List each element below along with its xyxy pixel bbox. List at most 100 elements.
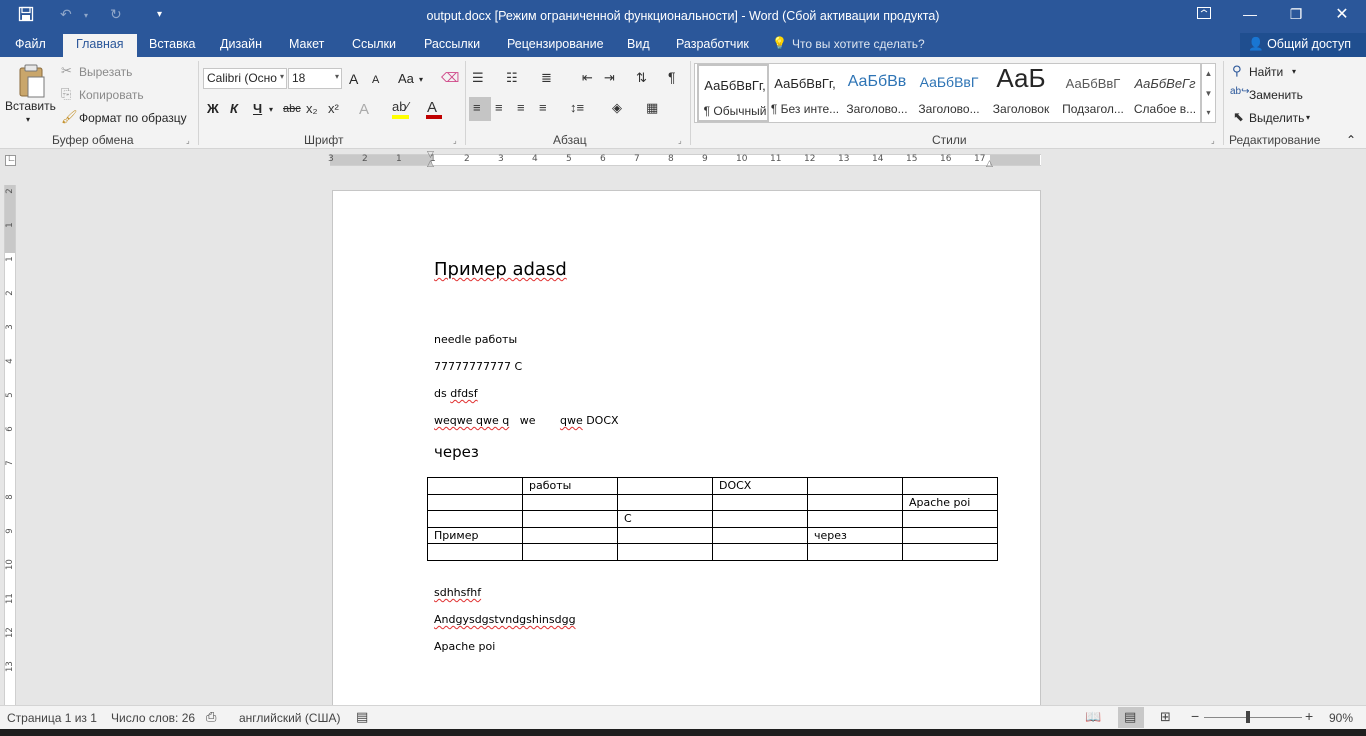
bullets-icon[interactable]: ☰ xyxy=(472,70,484,86)
paragraph[interactable]: sdhhsfhf xyxy=(434,586,481,599)
table-cell[interactable]: работы xyxy=(522,477,618,495)
numbering-icon[interactable]: ☷ xyxy=(506,70,518,86)
subscript-icon[interactable]: x₂ xyxy=(306,101,318,116)
tell-me-search[interactable]: 💡 Что вы хотите сделать? xyxy=(772,36,982,54)
table-cell[interactable] xyxy=(902,543,998,561)
table-row[interactable]: Пример через xyxy=(427,526,998,544)
chevron-down-icon[interactable]: ▾ xyxy=(1292,67,1296,76)
tab-insert[interactable]: Вставка xyxy=(149,37,195,51)
document-table[interactable]: работы DOCX Apache poi C Пример через xyxy=(427,477,998,561)
table-cell[interactable] xyxy=(902,510,998,528)
share-button[interactable]: 👤 Общий доступ xyxy=(1240,33,1366,57)
table-cell[interactable]: DOCX xyxy=(712,477,808,495)
table-cell[interactable] xyxy=(522,510,618,528)
table-cell[interactable] xyxy=(902,477,998,495)
paste-icon[interactable] xyxy=(12,63,50,103)
table-row[interactable] xyxy=(427,543,998,561)
increase-indent-icon[interactable]: ⇥ xyxy=(604,70,615,86)
tab-home[interactable]: Главная xyxy=(63,34,137,57)
strikethrough-button[interactable]: abc xyxy=(283,103,301,115)
tab-review[interactable]: Рецензирование xyxy=(507,37,604,51)
document-heading[interactable]: Пример adasd xyxy=(434,259,567,280)
font-color-icon[interactable]: A xyxy=(427,99,437,116)
sort-icon[interactable]: ⇅ xyxy=(636,70,647,86)
table-cell[interactable] xyxy=(712,526,808,544)
style-title[interactable]: АаБ Заголовок xyxy=(985,63,1057,122)
chevron-down-icon[interactable]: ▾ xyxy=(1306,113,1310,122)
style-no-spacing[interactable]: АаБбВвГг, ¶ Без инте... xyxy=(769,64,841,122)
table-cell[interactable] xyxy=(712,493,808,511)
style-heading-2[interactable]: АаБбВвГ Заголово... xyxy=(913,64,985,122)
chevron-up-icon[interactable]: ▲ xyxy=(1202,64,1215,84)
macro-record-icon[interactable]: ▤ xyxy=(356,709,368,725)
superscript-icon[interactable]: x² xyxy=(328,101,339,116)
line-spacing-icon[interactable]: ↕≡ xyxy=(570,100,584,115)
table-cell[interactable] xyxy=(522,543,618,561)
paste-dropdown-icon[interactable]: ▾ xyxy=(26,115,30,124)
language[interactable]: английский (США) xyxy=(239,711,340,725)
paragraph[interactable]: Andgysdgstvndgshinsdgg xyxy=(434,613,576,626)
table-cell[interactable] xyxy=(522,526,618,544)
close-icon[interactable]: ✕ xyxy=(1322,4,1362,24)
table-row[interactable]: Apache poi xyxy=(427,493,998,511)
table-cell[interactable] xyxy=(807,510,903,528)
table-cell[interactable] xyxy=(522,493,618,511)
styles-launcher-icon[interactable]: ⌟ xyxy=(1211,136,1215,145)
table-cell[interactable] xyxy=(617,477,713,495)
collapse-ribbon-icon[interactable]: ⌃ xyxy=(1346,133,1356,147)
table-cell[interactable] xyxy=(427,510,523,528)
table-cell[interactable] xyxy=(712,510,808,528)
tab-mailings[interactable]: Рассылки xyxy=(424,37,480,51)
zoom-out-icon[interactable]: − xyxy=(1191,708,1199,724)
change-case-button[interactable]: Aa xyxy=(398,71,414,86)
font-family-select[interactable]: Calibri (Осно ▾ xyxy=(203,68,287,89)
paste-button[interactable]: Вставить xyxy=(5,99,56,113)
zoom-slider-thumb[interactable] xyxy=(1245,711,1250,723)
paragraph[interactable]: Apache poi xyxy=(434,640,495,653)
grow-font-button[interactable]: A xyxy=(349,71,358,87)
chevron-down-icon[interactable]: ▾ xyxy=(269,105,273,114)
style-subtle-emphasis[interactable]: АаБбВеГг Слабое в... xyxy=(1129,64,1201,122)
table-cell[interactable] xyxy=(807,477,903,495)
copy-button[interactable]: Копировать xyxy=(79,88,144,102)
vertical-ruler[interactable]: 2 1 1 2 3 4 5 6 7 8 9 10 11 12 13 xyxy=(4,185,16,705)
highlight-icon[interactable]: ab⁄ xyxy=(392,99,409,114)
style-heading-1[interactable]: АаБбВв Заголово... xyxy=(841,64,913,122)
text-effects-icon[interactable]: A xyxy=(359,101,369,118)
replace-button[interactable]: Заменить xyxy=(1249,88,1303,102)
clear-formatting-icon[interactable]: ⌫ xyxy=(441,70,459,86)
proofing-icon[interactable]: ⎙ xyxy=(206,709,216,725)
tab-design[interactable]: Дизайн xyxy=(220,37,262,51)
table-cell[interactable]: Apache poi xyxy=(902,493,998,511)
right-indent-icon[interactable]: △ xyxy=(986,158,993,169)
page-count[interactable]: Страница 1 из 1 xyxy=(7,711,97,725)
chevron-down-icon[interactable]: ▼ xyxy=(1202,84,1215,104)
table-cell[interactable]: Пример xyxy=(427,526,523,544)
paragraph[interactable]: ds dfdsf xyxy=(434,387,478,400)
table-cell[interactable] xyxy=(427,543,523,561)
table-cell[interactable] xyxy=(807,493,903,511)
paragraph[interactable]: needle работы xyxy=(434,333,517,346)
align-center-icon[interactable]: ≡ xyxy=(495,100,503,115)
select-button[interactable]: Выделить xyxy=(1249,111,1304,125)
table-row[interactable]: работы DOCX xyxy=(427,477,998,495)
table-cell[interactable] xyxy=(902,526,998,544)
table-cell[interactable]: C xyxy=(617,510,713,528)
bold-button[interactable]: Ж xyxy=(207,101,219,116)
tab-developer[interactable]: Разработчик xyxy=(676,37,749,51)
cut-button[interactable]: Вырезать xyxy=(79,65,132,79)
format-painter-button[interactable]: Формат по образцу xyxy=(79,111,187,125)
show-marks-icon[interactable]: ¶ xyxy=(668,69,676,85)
clipboard-launcher-icon[interactable]: ⌟ xyxy=(186,136,190,145)
align-right-icon[interactable]: ≡ xyxy=(517,100,525,115)
read-mode-icon[interactable]: 📖 xyxy=(1085,709,1101,725)
web-layout-icon[interactable]: ⊞ xyxy=(1160,709,1171,725)
document-page[interactable]: Пример adasd needle работы 77777777777 C… xyxy=(332,190,1041,710)
paragraph[interactable]: 77777777777 C xyxy=(434,360,522,373)
tab-references[interactable]: Ссылки xyxy=(352,37,396,51)
tab-selector-icon[interactable]: ∟ xyxy=(5,153,16,166)
table-cell[interactable] xyxy=(617,543,713,561)
styles-scroll[interactable]: ▲ ▼ ▾ xyxy=(1201,63,1216,123)
restore-icon[interactable]: ❐ xyxy=(1276,6,1316,23)
minimize-icon[interactable]: — xyxy=(1230,6,1270,22)
